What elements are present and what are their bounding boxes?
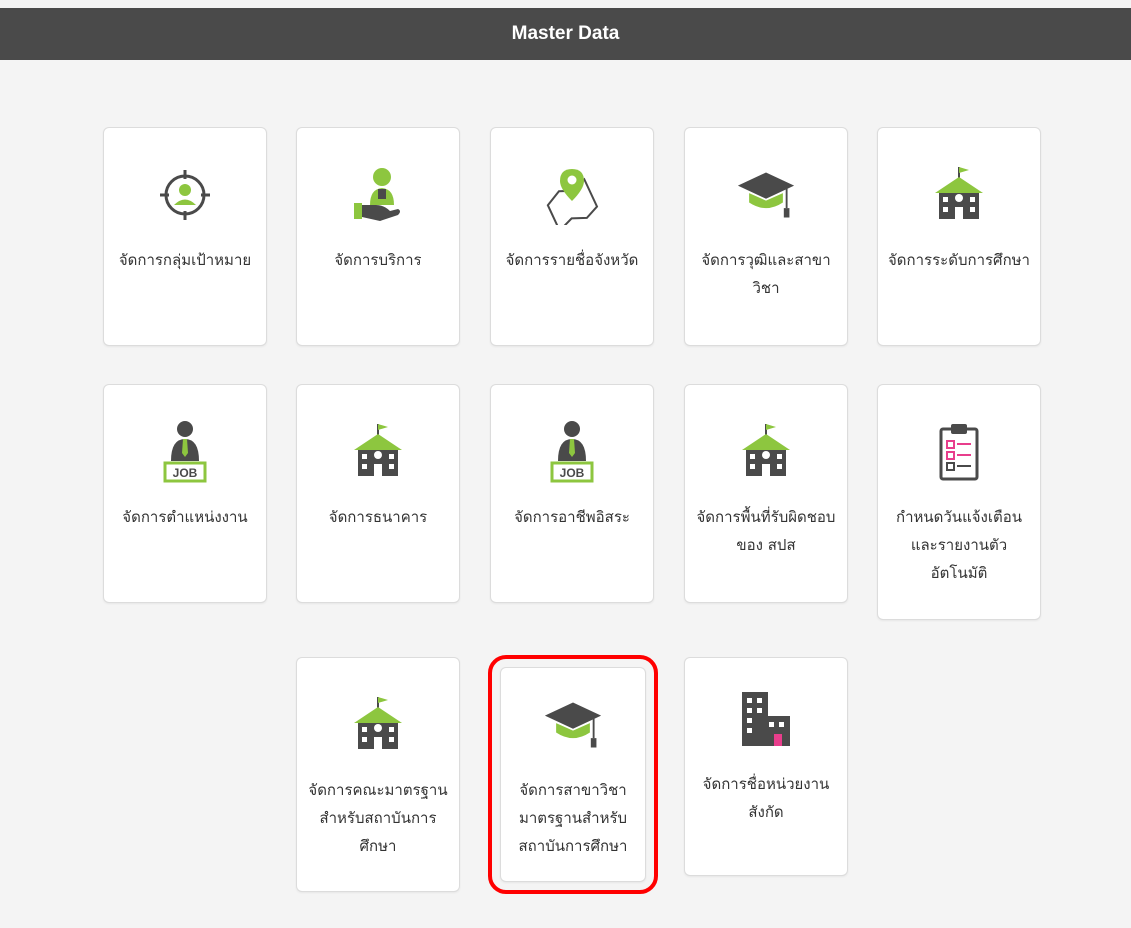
tile-job-positions[interactable]: JOB จัดการตำแหน่งงาน — [103, 384, 267, 603]
tile-label: กำหนดวันแจ้งเตือนและรายงานตัวอัตโนมัติ — [896, 508, 1022, 582]
tile-label: จัดการบริการ — [334, 251, 422, 269]
school-building-icon — [929, 162, 989, 228]
tile-services[interactable]: จัดการบริการ — [296, 127, 460, 346]
school-building-icon — [348, 419, 408, 485]
service-person-icon — [348, 162, 408, 228]
tile-label: จัดการอาชีพอิสระ — [514, 508, 630, 526]
tile-label: จัดการวุฒิและสาขาวิชา — [701, 251, 831, 297]
job-person-icon: JOB — [542, 419, 602, 485]
tile-standard-majors[interactable]: จัดการสาขาวิชามาตรฐานสำหรับสถาบันการศึกษ… — [488, 655, 658, 894]
job-person-icon: JOB — [155, 419, 215, 485]
tile-label: จัดการระดับการศึกษา — [888, 251, 1030, 269]
tile-label: จัดการพื้นที่รับผิดชอบของ สปส — [696, 508, 836, 554]
tile-label: จัดการคณะมาตรฐานสำหรับสถาบันการศึกษา — [308, 781, 448, 855]
tile-label: จัดการรายชื่อจังหวัด — [505, 251, 639, 269]
master-data-panel: Master Data จัดการกลุ่มเป้าหมาย จัดการบร… — [0, 0, 1131, 928]
tile-responsible-areas[interactable]: จัดการพื้นที่รับผิดชอบของ สปส — [684, 384, 848, 603]
tile-target-group[interactable]: จัดการกลุ่มเป้าหมาย — [103, 127, 267, 346]
tile-banks[interactable]: จัดการธนาคาร — [296, 384, 460, 603]
tile-standard-faculties[interactable]: จัดการคณะมาตรฐานสำหรับสถาบันการศึกษา — [296, 657, 460, 892]
svg-text:JOB: JOB — [560, 466, 585, 480]
tile-label: จัดการธนาคาร — [328, 508, 428, 526]
school-building-icon — [348, 692, 408, 758]
tile-education-level[interactable]: จัดการระดับการศึกษา — [877, 127, 1041, 346]
tile-label: จัดการกลุ่มเป้าหมาย — [118, 251, 252, 269]
graduation-cap-icon — [736, 162, 796, 228]
tile-provinces[interactable]: จัดการรายชื่อจังหวัด — [490, 127, 654, 346]
tile-affiliated-units[interactable]: จัดการชื่อหน่วยงานสังกัด — [684, 657, 848, 876]
page-title: Master Data — [0, 8, 1131, 60]
graduation-cap-icon — [543, 692, 603, 758]
target-user-icon — [155, 162, 215, 228]
svg-text:JOB: JOB — [173, 466, 198, 480]
tile-label: จัดการตำแหน่งงาน — [122, 508, 248, 526]
tile-label: จัดการชื่อหน่วยงานสังกัด — [702, 775, 830, 821]
school-building-icon — [736, 419, 796, 485]
checklist-clipboard-icon — [929, 419, 989, 485]
map-pin-icon — [542, 162, 602, 228]
tile-freelance-occupations[interactable]: JOB จัดการอาชีพอิสระ — [490, 384, 654, 603]
tile-label: จัดการสาขาวิชามาตรฐานสำหรับสถาบันการศึกษ… — [518, 781, 628, 855]
tile-degree-major[interactable]: จัดการวุฒิและสาขาวิชา — [684, 127, 848, 346]
office-building-icon — [736, 686, 796, 752]
tile-notification-schedule[interactable]: กำหนดวันแจ้งเตือนและรายงานตัวอัตโนมัติ — [877, 384, 1041, 620]
